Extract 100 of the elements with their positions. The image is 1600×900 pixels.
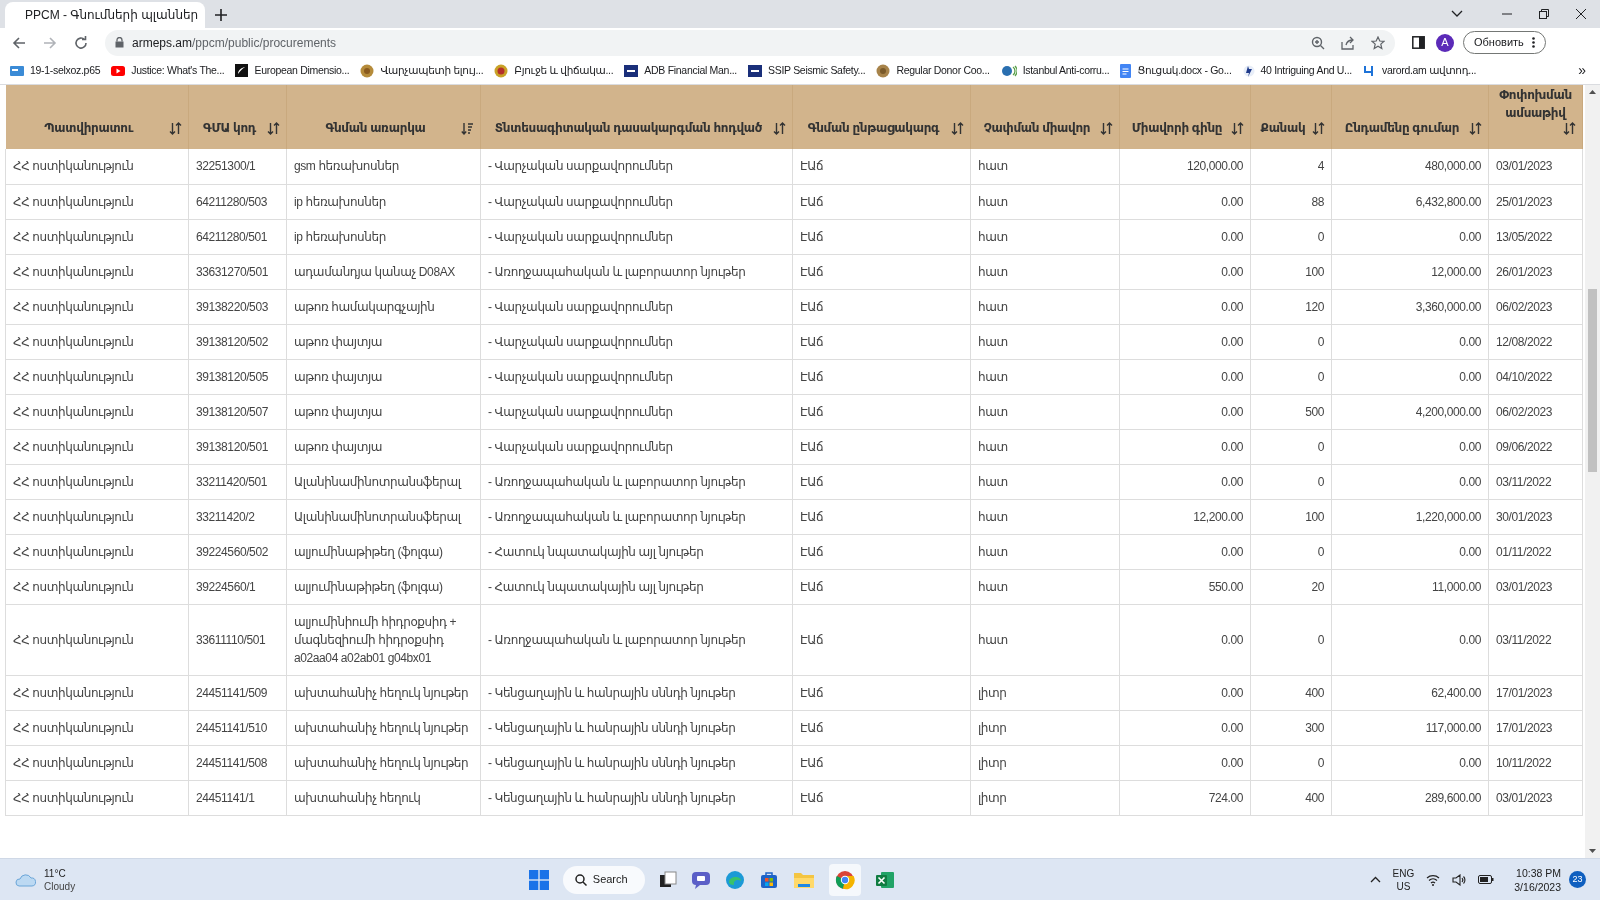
language-indicator[interactable]: ENG US: [1392, 866, 1415, 893]
close-window-icon[interactable]: [1576, 9, 1586, 19]
table-cell: 724.00: [1119, 780, 1251, 815]
sort-icon[interactable]: [267, 122, 280, 135]
table-cell: ԷԱճ: [792, 219, 971, 254]
bookmark[interactable]: 19-1-selxoz.p65: [10, 62, 101, 79]
table-cell: 120: [1250, 289, 1332, 324]
table-cell: ադամանդյա կանաչ D08AX: [286, 254, 481, 289]
side-panel-icon[interactable]: [1412, 36, 1425, 49]
bookmark[interactable]: varord.am ավտոդ...: [1362, 62, 1477, 79]
profile-avatar[interactable]: A: [1436, 33, 1454, 52]
bookmark[interactable]: SSIP Seismic Safety...: [748, 62, 866, 79]
table-cell: ՀՀ ոստիկանություն: [5, 219, 189, 254]
tab-title: PPCM - Գնումների պլաններ: [25, 7, 199, 24]
sort-icon[interactable]: [1231, 122, 1244, 135]
table-cell: ՀՀ ոստիկանություն: [5, 184, 189, 219]
table-cell: 12/08/2022: [1488, 324, 1583, 359]
search-button[interactable]: Search: [562, 865, 645, 894]
folder-icon[interactable]: [792, 870, 815, 889]
table-cell: - Կենցաղային և հանրային սննդի նյութեր: [480, 745, 793, 780]
zoom-icon[interactable]: [1311, 35, 1325, 50]
table-cell: ալյումինաթիթեղ (ֆոլգա): [286, 569, 481, 604]
table-cell: 0.00: [1331, 219, 1489, 254]
scrollbar-thumb[interactable]: [1588, 289, 1597, 472]
table-cell: ԷԱճ: [792, 324, 971, 359]
table-cell: 0: [1250, 604, 1332, 675]
bookmark[interactable]: Regular Donor Coo...: [876, 62, 990, 79]
task-view-icon[interactable]: [658, 870, 677, 889]
scroll-up-icon[interactable]: [1589, 90, 1596, 94]
table-cell: 480,000.00: [1331, 149, 1489, 184]
table-cell: ՀՀ ոստիկանություն: [5, 604, 189, 675]
table-cell: 0.00: [1331, 745, 1489, 780]
bookmark[interactable]: 40 Intriguing And U...: [1242, 62, 1352, 79]
sort-icon[interactable]: [1469, 122, 1482, 135]
column-header[interactable]: Քանակ: [1257, 119, 1309, 137]
clock[interactable]: 10:38 PM 3/16/2023: [1514, 865, 1561, 894]
table-cell: 0: [1250, 359, 1332, 394]
weather-text: Cloudy: [44, 879, 76, 893]
table-cell: 06/02/2023: [1488, 394, 1583, 429]
spreadsheet-icon[interactable]: [874, 869, 895, 890]
table-cell: 0.00: [1119, 254, 1251, 289]
battery-icon[interactable]: [1478, 875, 1495, 884]
bookmark[interactable]: Justice: What's The...: [111, 62, 225, 79]
table-cell: 12,200.00: [1119, 499, 1251, 534]
weather-widget[interactable]: 11°C Cloudy: [14, 866, 314, 893]
browser-tab[interactable]: PPCM - Գնումների պլաններ: [5, 2, 205, 28]
table-cell: 03/11/2022: [1488, 604, 1583, 675]
sort-icon[interactable]: [951, 122, 964, 135]
chevron-up-icon[interactable]: [1369, 876, 1381, 883]
reload-icon[interactable]: [74, 35, 88, 50]
table-cell: ԷԱճ: [792, 464, 971, 499]
star-icon[interactable]: [1371, 35, 1385, 50]
start-icon[interactable]: [528, 869, 549, 890]
scrollbar-track[interactable]: [1585, 85, 1600, 858]
table-cell: ԷԱճ: [792, 254, 971, 289]
store-icon[interactable]: [758, 869, 779, 890]
scroll-down-icon[interactable]: [1589, 849, 1596, 853]
table-cell: - Վարչական սարքավորումներ: [480, 359, 793, 394]
bookmark[interactable]: Բյուջե և վիճակա...: [494, 62, 614, 79]
more-bookmarks[interactable]: »: [1578, 60, 1586, 81]
wifi-icon[interactable]: [1426, 873, 1441, 886]
chrome-icon[interactable]: [828, 863, 861, 896]
table-cell: ԷԱճ: [792, 184, 971, 219]
share-icon[interactable]: [1341, 35, 1355, 50]
new-tab-icon[interactable]: [214, 8, 228, 22]
chat-icon[interactable]: [690, 870, 711, 889]
table-cell: 0.00: [1331, 464, 1489, 499]
bookmark[interactable]: ADB Financial Man...: [624, 62, 737, 79]
table-cell: 24451141/1: [188, 780, 287, 815]
sort-icon[interactable]: [773, 122, 786, 135]
table-cell: ՀՀ ոստիկանություն: [5, 149, 189, 184]
table-cell: - Կենցաղային և հանրային սննդի նյութեր: [480, 710, 793, 745]
sort-icon[interactable]: [1312, 122, 1325, 135]
table-cell: - Առողջապահական և լաբորատոր նյութեր: [480, 604, 793, 675]
back-icon[interactable]: [12, 35, 26, 50]
table-cell: 0.00: [1119, 745, 1251, 780]
sort-icon[interactable]: [1100, 122, 1113, 135]
table-cell: - Վարչական սարքավորումներ: [480, 324, 793, 359]
sort-icon[interactable]: [169, 122, 182, 135]
sort-descending-icon[interactable]: [461, 122, 474, 135]
table-cell: 39138120/507: [188, 394, 287, 429]
table-cell: ՀՀ ոստիկանություն: [5, 745, 189, 780]
table-cell: հատ: [970, 149, 1120, 184]
tab-search-icon[interactable]: [1451, 10, 1463, 18]
sort-icon[interactable]: [1563, 122, 1576, 135]
address-field[interactable]: armeps.am/ppcm/public/procurements: [105, 29, 1395, 56]
restore-icon[interactable]: [1539, 9, 1549, 19]
bookmark[interactable]: Istanbul Anti-corru...: [1000, 62, 1110, 79]
table-cell: 39138120/502: [188, 324, 287, 359]
table-cell: ալյումինիումի հիդրօքսիդ + մագնեզիումի հիդրօքսիդ a02aa04 a02ab01 g04bx01: [286, 604, 481, 675]
table-cell: հատ: [970, 184, 1120, 219]
table-cell: ԷԱճ: [792, 745, 971, 780]
volume-icon[interactable]: [1452, 873, 1467, 886]
table-cell: 17/01/2023: [1488, 710, 1583, 745]
bookmark[interactable]: Ցուցակ.docx - Go...: [1120, 62, 1232, 79]
column-header[interactable]: ԳՄԱ կոդ: [195, 119, 264, 137]
bookmark[interactable]: Վարչապետի ելույ...: [360, 62, 484, 79]
menu-icon[interactable]: [1531, 37, 1535, 48]
notification-badge[interactable]: 23: [1569, 871, 1586, 888]
bookmark[interactable]: European Dimensio...: [235, 62, 350, 79]
